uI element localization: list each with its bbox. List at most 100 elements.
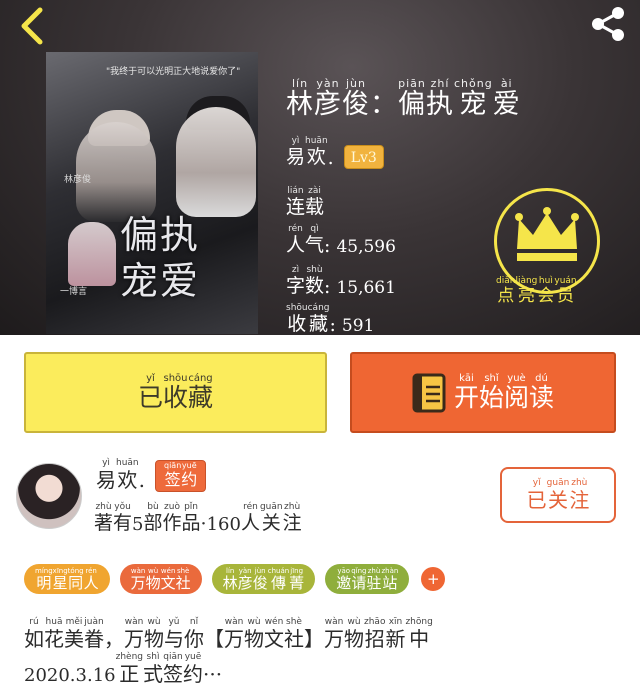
pinyin-annotation: kāi xyxy=(459,372,474,384)
title-char: chǒng 宠 xyxy=(454,78,493,120)
hanzi-char: 执 xyxy=(426,89,454,120)
hanzi-char: 注 xyxy=(569,488,590,512)
hanzi-char: 物 xyxy=(344,627,364,651)
hanzi-char: 社 xyxy=(175,573,191,592)
hanzi-char: 俊 xyxy=(252,573,268,592)
ruby-char: yǐ 已 xyxy=(138,373,163,413)
pinyin-annotation: shǐ xyxy=(484,372,499,384)
hanzi-char: 万 xyxy=(124,627,144,651)
book-title: lín 林 yàn 彦 jùn 俊 ： piān 偏 zhí 执 chǒng 宠 ài 爱 xyxy=(286,78,521,120)
book-intro-line[interactable]: 2020.3.16 zhèng 正 shì 式 qiān 签 yuē 约 ··· xyxy=(24,652,222,686)
pinyin-annotation: shōu xyxy=(163,372,188,384)
hanzi-char: 关 xyxy=(261,512,281,534)
ruby-char: zhù 注 xyxy=(283,502,302,535)
intro-char: wù 物 xyxy=(244,617,264,651)
tag-list: míng 明 xīng 星 tóng 同 rén 人 wàn 万 wù 物 wén 文 shè 社 lín 林 yà… xyxy=(24,563,446,595)
hanzi-char: 已 xyxy=(137,382,163,412)
hanzi-char: 藏 xyxy=(309,313,329,335)
hanzi-char: 菁 xyxy=(289,573,305,592)
cover-credit: 一博言 xyxy=(60,287,88,297)
hanzi-char: 亮 xyxy=(517,286,535,306)
title-char: piān 偏 xyxy=(398,78,426,120)
hanzi-char: 人 xyxy=(240,512,260,534)
ruby-char: zì 字 xyxy=(286,265,305,298)
ruby-char: qì 气 xyxy=(305,224,324,257)
hanzi-char: 中 xyxy=(409,627,430,651)
intro-char: zhèng 正 xyxy=(116,652,143,686)
cover-figure-small xyxy=(68,222,116,286)
intro-char: huā 花 xyxy=(44,617,64,651)
hanzi-char: 人 xyxy=(286,234,306,256)
intro-char: wù 物 xyxy=(344,617,364,651)
ruby-char: pǐn 品 xyxy=(182,502,201,535)
ruby-char: zhù 注 xyxy=(569,478,589,512)
ruby-char: shù 数 xyxy=(305,265,324,298)
intro-char: qiān 签 xyxy=(163,652,183,686)
tag-char: qǐng 请 xyxy=(351,567,366,592)
hanzi-char: 宠 xyxy=(459,89,488,120)
followed-button[interactable]: yǐ 已 guān 关 zhù 注 xyxy=(500,467,616,523)
level-badge: Lv3 xyxy=(343,144,384,169)
ruby-char: yǐ 已 xyxy=(527,478,547,512)
hanzi-char: 读 xyxy=(529,382,555,412)
hanzi-char: 物 xyxy=(244,627,264,651)
book-header: "我终于可以光明正大地说爱你了" 林彦俊 一博言 偏执 宠爱 lín 林 yàn 彦 j… xyxy=(0,0,640,335)
tag-chip[interactable]: yāo 邀 qǐng 请 zhù 驻 zhàn 站 xyxy=(325,564,410,594)
hanzi-char: 正 xyxy=(119,662,140,686)
author-char: yì 易 xyxy=(286,136,305,169)
tag-char: wù 物 xyxy=(146,567,161,592)
ruby-char: shōu 收 xyxy=(163,373,188,413)
hanzi-char: 著 xyxy=(94,512,114,534)
add-tag-button[interactable]: + xyxy=(421,567,446,591)
start-reading-button[interactable]: kāi 开 shǐ 始 yuè 阅 dú 读 xyxy=(350,352,616,433)
book-author[interactable]: yì 易 huān 欢. Lv3 xyxy=(286,136,384,169)
pinyin-annotation: dú xyxy=(535,372,548,384)
tag-chip[interactable]: míng 明 xīng 星 tóng 同 rén 人 xyxy=(24,564,110,594)
book-intro[interactable]: rú 如 huā 花 měi 美 juàn 眷 ， wàn 万 wù 物 yǔ 与 nǐ 你 【wàn 万 wù 物… xyxy=(24,617,624,651)
pinyin-annotation: cáng xyxy=(188,372,213,384)
intro-char: rú 如 xyxy=(24,617,44,651)
ruby-char: lián 连 xyxy=(286,186,305,219)
tag-chip[interactable]: wàn 万 wù 物 wén 文 shè 社 xyxy=(119,564,202,594)
author-name[interactable]: yì 易 huān 欢. qiān 签 yuē 约 xyxy=(96,458,207,492)
intro-char: nǐ 你 xyxy=(184,617,204,651)
hanzi-char: 气 xyxy=(305,234,325,256)
hanzi-char: 站 xyxy=(382,573,398,592)
followers-count: 160 xyxy=(206,513,241,535)
ruby-char: cáng 藏 xyxy=(188,373,213,413)
share-button[interactable] xyxy=(586,4,630,44)
hanzi-char: 载 xyxy=(305,196,325,218)
back-button[interactable] xyxy=(14,6,50,46)
pinyin-annotation: qiān xyxy=(164,460,182,470)
word-count-value: 15,661 xyxy=(336,277,396,298)
hanzi-char: 请 xyxy=(351,573,367,592)
share-icon xyxy=(592,7,624,41)
intro-char: zhāo 招 xyxy=(364,617,385,651)
avatar[interactable] xyxy=(16,463,82,529)
works-count: 5 xyxy=(132,513,144,535)
collected-button[interactable]: yǐ 已 shōu 收 cáng 藏 xyxy=(24,352,327,433)
intro-char: juàn 眷 xyxy=(84,617,104,651)
hanzi-char: 爱 xyxy=(492,89,521,120)
tag-char: xīng 星 xyxy=(53,567,68,592)
ruby-char: guān 关 xyxy=(547,478,570,512)
hanzi-char: 彦 xyxy=(237,573,253,592)
ruby-char: yuè 阅 xyxy=(504,373,529,413)
hanzi-char: 傳 xyxy=(270,573,286,592)
hanzi-char: 欢 xyxy=(117,468,138,492)
hanzi-char: 连 xyxy=(286,196,306,218)
tag-char: wàn 万 xyxy=(131,567,146,592)
book-cover[interactable]: "我终于可以光明正大地说爱你了" 林彦俊 一博言 偏执 宠爱 xyxy=(46,52,258,334)
intro-char: měi 美 xyxy=(64,617,84,651)
title-char: lín 林 xyxy=(286,78,314,120)
hanzi-char: 【 xyxy=(204,627,224,651)
tag-char: tóng 同 xyxy=(68,567,84,592)
hanzi-char: 收 xyxy=(162,382,188,412)
vip-label[interactable]: diǎn 点 liàng 亮 huì 会 yuán 员 xyxy=(496,276,577,307)
chevron-left-icon xyxy=(21,7,43,45)
intro-char: zhōng 中 xyxy=(405,617,432,651)
hanzi-char: 同 xyxy=(68,573,84,592)
hanzi-char: 部 xyxy=(143,512,163,534)
tag-chip[interactable]: lín 林 yàn 彦 jùn 俊 chuán 傳 jīng 菁 xyxy=(211,564,316,594)
hanzi-char: 物 xyxy=(145,573,161,592)
